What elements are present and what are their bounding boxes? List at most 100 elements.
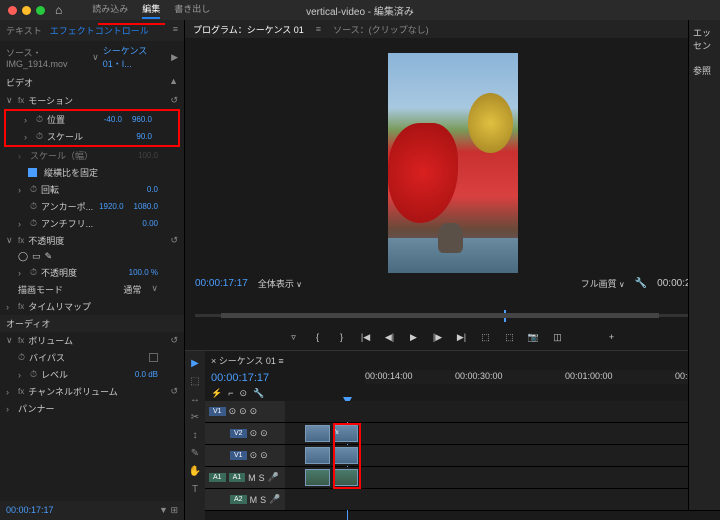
program-timecode[interactable]: 00:00:17:17 — [195, 278, 248, 289]
tab-export[interactable]: 書き出し — [174, 2, 210, 19]
tab-effect-controls[interactable]: エフェクトコントロール — [50, 24, 149, 37]
essential-title[interactable]: エッセン — [693, 26, 716, 52]
close-icon[interactable] — [8, 6, 17, 15]
reset-icon[interactable]: ↺ — [170, 95, 178, 106]
blend-mode-property[interactable]: 描画モード 通常∨ — [0, 281, 184, 298]
ripple-tool-icon[interactable]: ↔ — [187, 391, 203, 407]
snap-icon[interactable]: ⚡ — [211, 388, 222, 399]
play-icon[interactable]: ▶ — [407, 330, 421, 344]
reset-icon[interactable]: ↺ — [170, 235, 178, 246]
timeline-timecode[interactable]: 00:00:17:17 — [205, 370, 285, 386]
mark-in-icon[interactable]: { — [311, 330, 325, 344]
motion-section[interactable]: ∨fx モーション ↺ — [0, 92, 184, 109]
reset-icon[interactable]: ↺ — [170, 335, 178, 346]
mask-tools[interactable]: ◯ ▭ ✎ — [0, 249, 184, 264]
anchor-property[interactable]: ⏱ アンカーポ... 1920.01080.0 — [0, 198, 184, 215]
video-clip[interactable]: fx — [333, 425, 358, 442]
track-patch-a1[interactable]: A1 — [209, 473, 226, 482]
slip-tool-icon[interactable]: ↕ — [187, 427, 203, 443]
source-clip-label: ソース・IMG_1914.mov — [6, 46, 88, 69]
transport-controls: ▿ { } |◀ ◀| ▶ |▶ ▶| ⬚ ⬚ 📷 ◫ + — [185, 324, 720, 350]
panner-section[interactable]: › パンナー — [0, 400, 184, 417]
selection-tool-icon[interactable]: ▶ — [187, 355, 203, 371]
track-label-a2[interactable]: A2 — [230, 495, 247, 504]
zoom-select[interactable]: 全体表示 ∨ — [258, 277, 302, 290]
track-label-v1[interactable]: V1 — [230, 451, 247, 460]
panel-menu-icon[interactable]: ≡ — [316, 24, 321, 34]
play-icon[interactable]: ▶ — [171, 52, 178, 63]
add-marker-icon[interactable]: ▿ — [287, 330, 301, 344]
ellipse-mask-icon[interactable]: ◯ — [18, 251, 28, 262]
opacity-section[interactable]: ∨fx 不透明度 ↺ — [0, 232, 184, 249]
track-select-tool-icon[interactable]: ⬚ — [187, 373, 203, 389]
step-back-icon[interactable]: ◀| — [383, 330, 397, 344]
position-x-value[interactable]: -40.0 — [104, 115, 122, 124]
video-clip[interactable] — [333, 447, 358, 464]
track-label-v2[interactable]: V2 — [230, 429, 247, 438]
tab-edit[interactable]: 編集 — [142, 2, 160, 19]
bypass-property[interactable]: ⏱ バイパス — [0, 349, 184, 366]
panel-menu-icon[interactable]: ≡ — [173, 24, 178, 37]
pen-tool-icon[interactable]: ✎ — [187, 445, 203, 461]
video-clip[interactable] — [305, 425, 330, 442]
chevron-up-icon[interactable]: ▲ — [169, 76, 178, 89]
maximize-icon[interactable] — [36, 6, 45, 15]
go-to-in-icon[interactable]: |◀ — [359, 330, 373, 344]
position-y-value[interactable]: 960.0 — [132, 115, 152, 124]
sequence-link[interactable]: シーケンス 01・I... — [103, 44, 167, 70]
mark-out-icon[interactable]: } — [335, 330, 349, 344]
wrench-icon[interactable]: 🔧 — [635, 278, 647, 289]
video-clip[interactable] — [305, 447, 330, 464]
timeline-panel: ▶ ⬚ ↔ ✂ ↕ ✎ ✋ T × シーケンス 01 ≡ 00:00:17:17… — [185, 350, 720, 520]
tab-program[interactable]: プログラム：シーケンス 01 — [193, 23, 304, 36]
step-forward-icon[interactable]: |▶ — [431, 330, 445, 344]
tab-source[interactable]: ソース：(クリップなし) — [333, 23, 429, 36]
type-tool-icon[interactable]: T — [187, 481, 203, 497]
timeline-tracks: V1⊙⊙⊙ V2⊙⊙ fx V1⊙⊙ — [205, 401, 720, 520]
timeline-ruler[interactable]: 00:00:14:00 00:00:30:00 00:01:00:00 00:0… — [365, 370, 720, 384]
antiflicker-property[interactable]: ›⏱ アンチフリ... 0.00 — [0, 215, 184, 232]
lock-aspect-row[interactable]: 縦横比を固定 — [0, 164, 184, 181]
filter-icon[interactable]: ▼ ⊞ — [159, 505, 178, 516]
track-label-a1[interactable]: A1 — [229, 473, 246, 482]
pen-mask-icon[interactable]: ✎ — [45, 251, 53, 262]
go-to-out-icon[interactable]: ▶| — [455, 330, 469, 344]
link-icon[interactable]: ⌐ — [228, 388, 233, 399]
tab-import[interactable]: 読み込み — [92, 2, 128, 19]
export-frame-icon[interactable]: 📷 — [527, 330, 541, 344]
extract-icon[interactable]: ⬚ — [503, 330, 517, 344]
rotation-property[interactable]: ›⏱ 回転 0.0 — [0, 181, 184, 198]
compare-icon[interactable]: ◫ — [551, 330, 565, 344]
opacity-value-property[interactable]: ›⏱ 不透明度 100.0 % — [0, 264, 184, 281]
essential-browse[interactable]: 参照 — [693, 64, 716, 77]
audio-clip[interactable] — [305, 469, 330, 486]
program-scrubber[interactable] — [195, 308, 710, 324]
button-editor-icon[interactable]: + — [605, 330, 619, 344]
hand-tool-icon[interactable]: ✋ — [187, 463, 203, 479]
quality-select[interactable]: フル画質 ∨ — [581, 277, 625, 290]
time-remap-section[interactable]: ›fx タイムリマップ — [0, 298, 184, 315]
checkbox-icon[interactable] — [149, 353, 158, 362]
minimize-icon[interactable] — [22, 6, 31, 15]
audio-clip[interactable] — [333, 469, 358, 486]
lift-icon[interactable]: ⬚ — [479, 330, 493, 344]
tab-text[interactable]: テキスト — [6, 24, 42, 37]
marker-icon[interactable]: ⊙ — [239, 388, 247, 399]
channel-volume-section[interactable]: ›fx チャンネルボリューム ↺ — [0, 383, 184, 400]
level-property[interactable]: ›⏱ レベル 0.0 dB — [0, 366, 184, 383]
essential-panel: エッセン 参照 — [688, 20, 720, 510]
reset-icon[interactable]: ↺ — [170, 386, 178, 397]
annotation-underline — [98, 23, 165, 25]
home-icon[interactable]: ⌂ — [55, 3, 62, 17]
razor-tool-icon[interactable]: ✂ — [187, 409, 203, 425]
wrench-icon[interactable]: 🔧 — [253, 388, 264, 399]
video-preview[interactable] — [388, 53, 518, 273]
position-property[interactable]: ›⏱ 位置 -40.0960.0 — [6, 111, 178, 128]
scale-value[interactable]: 90.0 — [136, 132, 152, 141]
scale-property[interactable]: ›⏱ スケール 90.0 — [6, 128, 178, 145]
rect-mask-icon[interactable]: ▭ — [32, 251, 41, 262]
sequence-name[interactable]: シーケンス 01 — [219, 356, 276, 366]
track-patch-v1[interactable]: V1 — [209, 407, 226, 416]
checkbox-checked-icon[interactable] — [28, 168, 37, 177]
volume-section[interactable]: ∨fx ボリューム ↺ — [0, 332, 184, 349]
